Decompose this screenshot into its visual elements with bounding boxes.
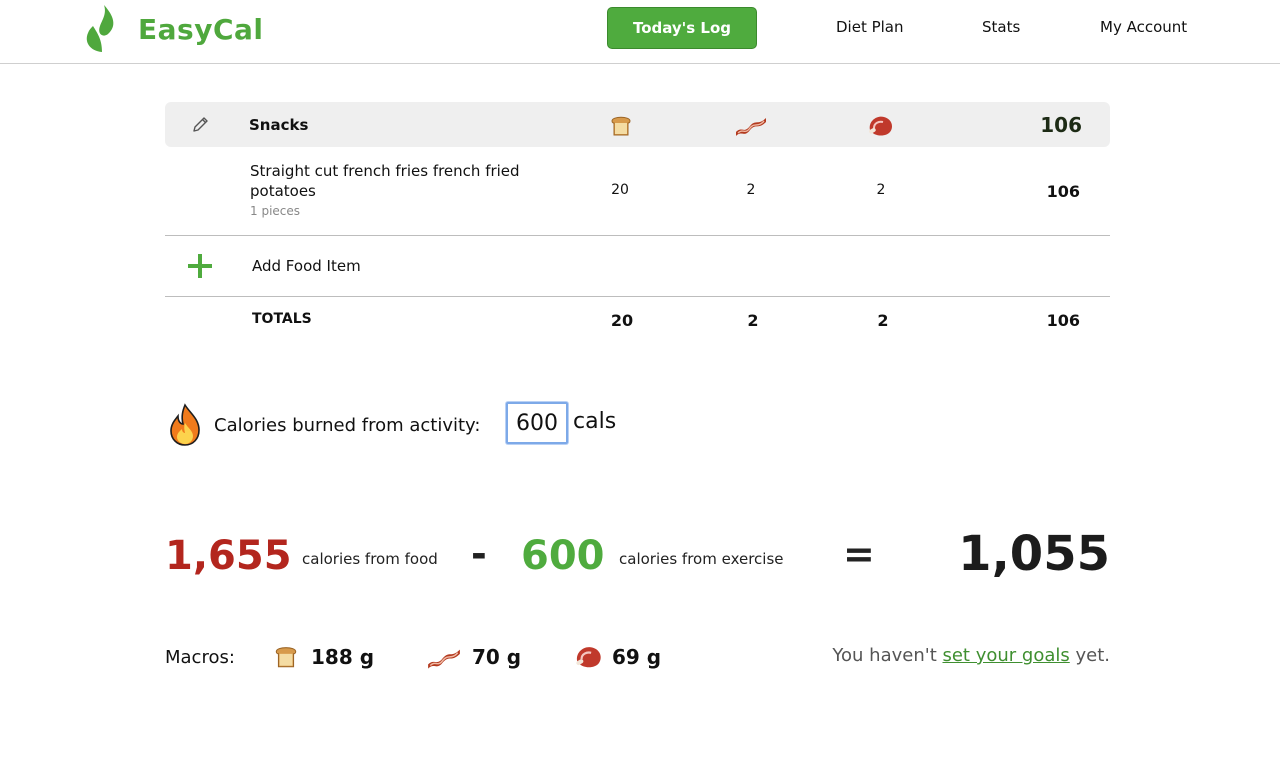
row-divider xyxy=(165,235,1110,236)
macro-fat-value: 70 g xyxy=(472,645,522,669)
app-name: EasyCal xyxy=(138,12,264,46)
food-item-carbs: 20 xyxy=(611,182,629,198)
nav-my-account-link[interactable]: My Account xyxy=(1100,18,1187,36)
macro-carbs-value: 188 g xyxy=(311,645,375,669)
app-logo[interactable]: EasyCal xyxy=(84,4,263,54)
totals-label: TOTALS xyxy=(252,311,312,327)
leaf-logo-icon xyxy=(86,5,114,52)
food-calories-label: calories from food xyxy=(302,550,438,568)
goals-suffix: yet. xyxy=(1069,645,1110,666)
add-food-item-link[interactable]: Add Food Item xyxy=(252,257,361,275)
goals-message: You haven't set your goals yet. xyxy=(832,645,1110,666)
set-goals-link[interactable]: set your goals xyxy=(942,645,1069,666)
nav-diet-plan-link[interactable]: Diet Plan xyxy=(836,18,904,36)
exercise-calories-label: calories from exercise xyxy=(619,550,784,568)
totals-calories: 106 xyxy=(1046,311,1080,330)
edit-meal-pencil-icon[interactable] xyxy=(191,114,211,134)
food-item-protein: 2 xyxy=(876,182,886,198)
macro-protein-value: 69 g xyxy=(612,645,662,669)
goals-prefix: You haven't xyxy=(832,645,943,666)
exercise-calories-value: 600 xyxy=(521,533,605,579)
food-item-fat: 2 xyxy=(746,182,756,198)
totals-protein: 2 xyxy=(877,311,889,330)
fire-icon xyxy=(166,403,204,447)
meat-icon xyxy=(573,642,605,670)
meat-icon xyxy=(866,112,896,138)
net-calories-value: 1,055 xyxy=(958,526,1110,582)
macros-label: Macros: xyxy=(165,647,235,668)
minus-sign: - xyxy=(471,532,487,576)
food-calories-value: 1,655 xyxy=(165,533,292,579)
food-item-name[interactable]: Straight cut french fries french fried p… xyxy=(250,161,550,201)
totals-fat: 2 xyxy=(747,311,759,330)
top-navigation-bar: EasyCal Today's Log Diet Plan Stats My A… xyxy=(0,0,1280,64)
meal-title: Snacks xyxy=(249,116,309,134)
meal-calories-total: 106 xyxy=(1040,113,1082,137)
add-food-plus-icon[interactable] xyxy=(187,253,213,279)
food-item-quantity: 1 pieces xyxy=(250,204,301,218)
food-item-calories: 106 xyxy=(1046,182,1080,201)
bread-icon xyxy=(272,642,300,670)
equals-sign: = xyxy=(843,532,875,576)
bacon-icon xyxy=(426,643,462,671)
nav-stats-link[interactable]: Stats xyxy=(982,18,1020,36)
totals-carbs: 20 xyxy=(610,311,634,330)
activity-unit: cals xyxy=(573,409,617,434)
bread-icon xyxy=(608,112,634,138)
nav-todays-log-button[interactable]: Today's Log xyxy=(607,7,757,49)
bacon-icon xyxy=(734,112,768,138)
activity-calories-input[interactable] xyxy=(506,402,568,444)
activity-label: Calories burned from activity: xyxy=(214,415,481,436)
row-divider xyxy=(165,296,1110,297)
